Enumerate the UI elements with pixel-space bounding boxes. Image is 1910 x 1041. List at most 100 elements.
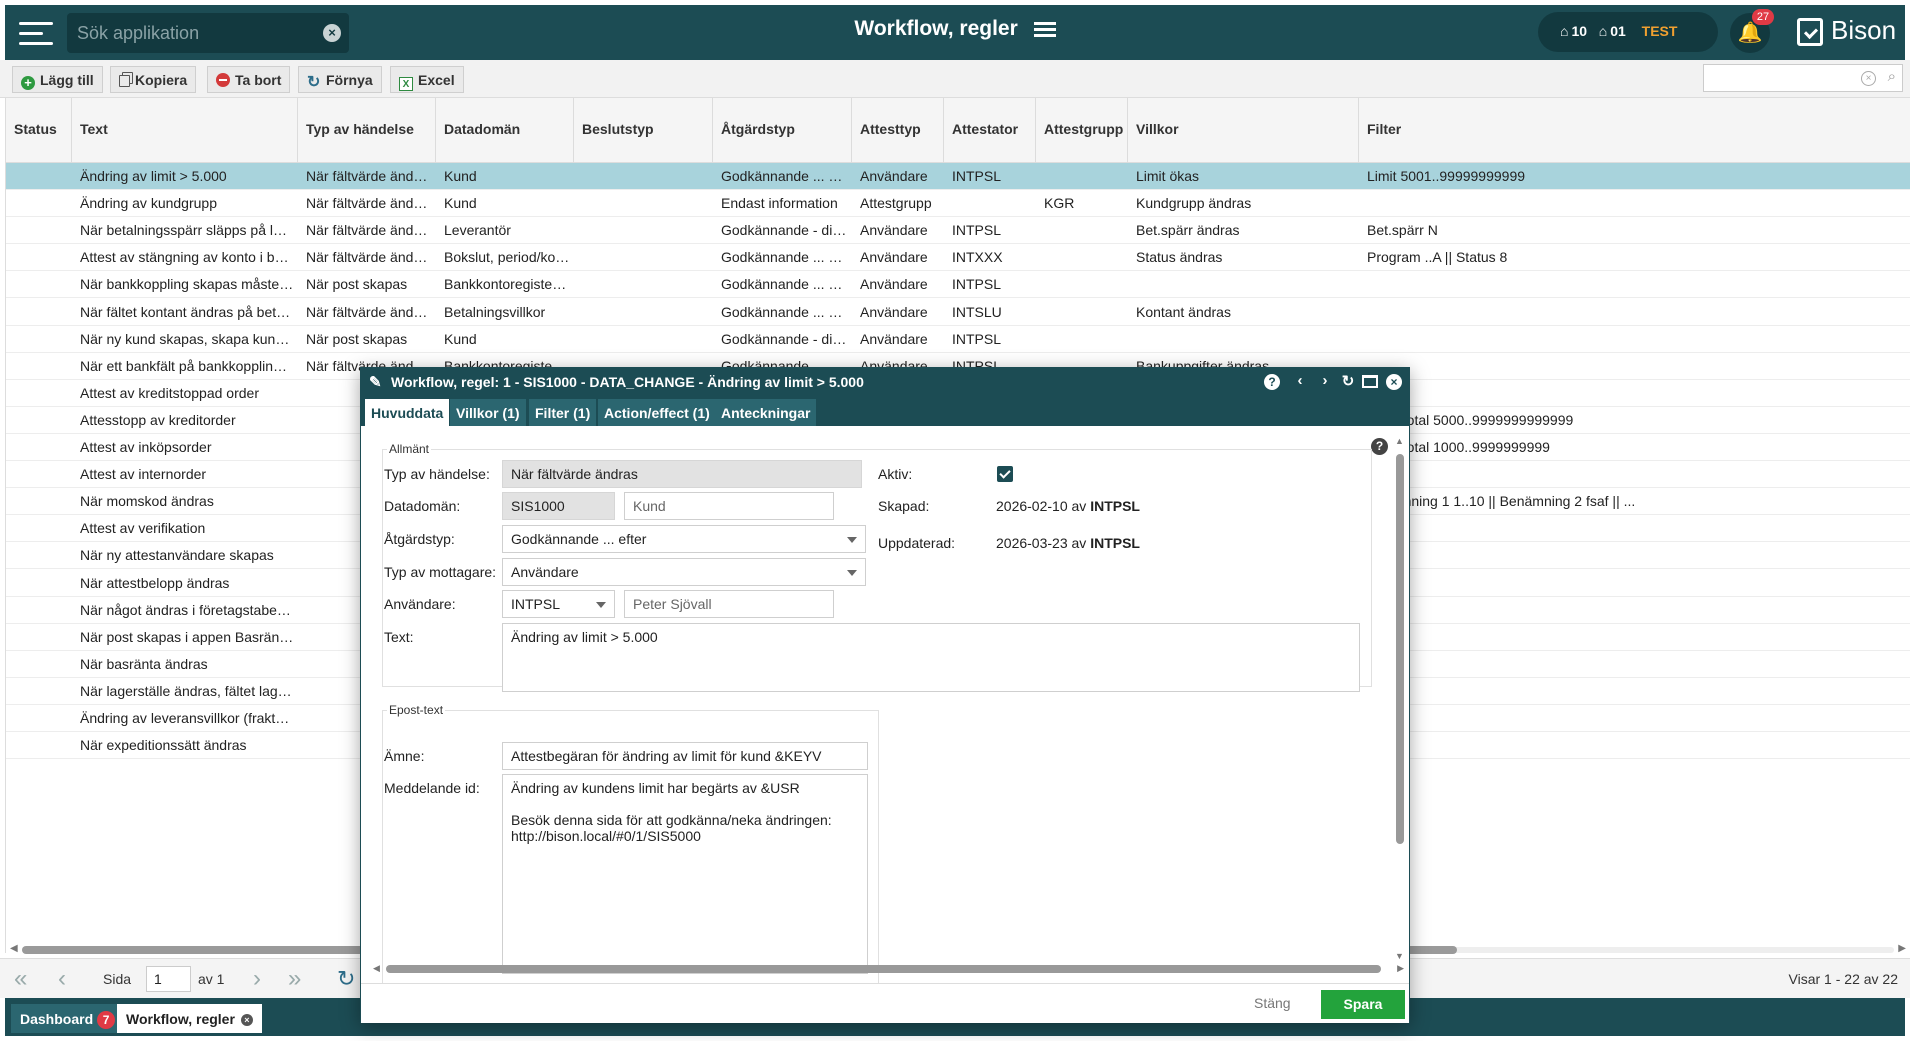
next-record-icon[interactable]: › (1316, 372, 1334, 389)
table-cell-action: Godkännande ... efter (721, 249, 848, 266)
dialog-vertical-scrollbar[interactable]: ▲ ▼ (1394, 436, 1406, 961)
active-checkbox[interactable] (997, 466, 1013, 482)
table-row[interactable]: När bankkoppling skapas måste den atte..… (6, 271, 1910, 299)
table-cell-filter (1359, 353, 1907, 380)
table-cell-action: Godkännande - direkt (721, 330, 848, 347)
column-header[interactable]: Text (72, 98, 298, 163)
company-count: 10 (1571, 23, 1588, 39)
table-row[interactable]: Attest av stängning av konto i bokslutsa… (6, 244, 1910, 272)
renew-button[interactable]: ↻ Förnya (298, 66, 382, 93)
page-input[interactable]: 1 (146, 966, 191, 992)
close-button[interactable]: Stäng (1254, 995, 1291, 1011)
scroll-right-icon[interactable]: ▶ (1397, 963, 1404, 974)
table-row[interactable]: Ändring av limit > 5.000 När fältvärde än… (6, 163, 1910, 190)
clear-grid-search-icon[interactable]: × (1861, 71, 1876, 86)
receiver-type-value: Användare (511, 564, 579, 580)
scroll-left-icon[interactable]: ◀ (10, 943, 18, 954)
text-field[interactable]: Ändring av limit > 5.000 (502, 623, 1360, 692)
next-page-icon[interactable]: › (253, 965, 261, 993)
close-tab-icon[interactable]: × (240, 1014, 253, 1026)
column-header[interactable]: Attestator (944, 98, 1036, 163)
previous-record-icon[interactable]: ‹ (1291, 372, 1309, 389)
delete-button[interactable]: Ta bort (207, 66, 291, 93)
scroll-left-icon[interactable]: ◀ (373, 963, 380, 974)
grid-search-input[interactable]: × ⌕ (1703, 64, 1903, 92)
column-header[interactable]: Beslutstyp (574, 98, 713, 163)
reload-icon[interactable]: ↻ (337, 966, 355, 992)
action-type-select[interactable]: Godkännande ... efter (502, 525, 866, 553)
table-cell-cond: Status ändras (1136, 249, 1223, 266)
maximize-icon[interactable] (1362, 375, 1378, 388)
column-header[interactable]: Status (6, 98, 72, 163)
notifications-bell-icon[interactable]: 🔔 27 (1730, 9, 1774, 53)
scroll-up-icon[interactable]: ▲ (1395, 436, 1404, 446)
tab-filter[interactable]: Filter (1) (529, 399, 597, 426)
table-cell-event: När fältvärde ändras (306, 249, 432, 266)
updated-label: Uppdaterad: (878, 535, 956, 551)
refresh-record-icon[interactable]: ↻ (1339, 372, 1357, 390)
column-header[interactable]: Datadomän (436, 98, 574, 163)
dialog-hscroll-thumb[interactable] (386, 965, 1381, 973)
column-header[interactable]: Typ av händelse (298, 98, 436, 163)
bison-logo-icon (1797, 18, 1823, 47)
table-cell-decision (574, 217, 709, 244)
tab-dashboard[interactable]: Dashboard 7 (11, 1004, 125, 1033)
created-by: INTPSL (1090, 498, 1140, 514)
add-icon: + (21, 76, 35, 90)
dialog-titlebar[interactable]: ✎ Workflow, regel: 1 - SIS1000 - DATA_CH… (361, 368, 1409, 395)
search-icon[interactable]: ⌕ (1888, 68, 1896, 85)
tab-huvuddata[interactable]: Huvuddata (365, 399, 450, 426)
dialog-horizontal-scrollbar[interactable]: ◀ ▶ (373, 963, 1404, 975)
excel-button[interactable]: X Excel (390, 66, 464, 93)
form-help-icon[interactable]: ? (1371, 438, 1388, 455)
table-cell-status (6, 488, 68, 515)
column-header[interactable]: Attestgrupp (1036, 98, 1128, 163)
table-cell-atype: Användare (860, 249, 928, 266)
title-menu-icon[interactable] (1033, 19, 1056, 40)
receiver-type-select[interactable]: Användare (502, 558, 866, 586)
table-cell-text: När ett bankfält på bankkoppling leveran… (80, 357, 294, 374)
table-cell-filter (1359, 190, 1907, 217)
table-cell-status (6, 326, 68, 353)
tab-action-effect[interactable]: Action/effect (1) (598, 399, 716, 426)
table-cell-action: Endast information (721, 195, 838, 212)
help-icon[interactable]: ? (1264, 374, 1280, 390)
first-page-icon[interactable]: « (14, 965, 27, 993)
column-header[interactable]: Attesttyp (852, 98, 944, 163)
app-search-input[interactable]: Sök applikation × (67, 13, 349, 53)
table-row[interactable]: När betalningsspärr släpps på leverantör… (6, 217, 1910, 245)
table-row[interactable]: När fältet kontant ändras på bet.villior… (6, 298, 1910, 326)
environment-badge: TEST (1641, 23, 1678, 39)
close-dialog-icon[interactable]: × (1386, 374, 1402, 390)
column-header[interactable]: Villkor (1128, 98, 1359, 163)
prev-page-icon[interactable]: ‹ (58, 965, 66, 993)
scroll-down-icon[interactable]: ▼ (1395, 951, 1404, 961)
company-status-pill[interactable]: ⌂ 10 ⌂ 01 TEST (1538, 12, 1718, 52)
last-page-icon[interactable]: » (288, 965, 301, 993)
chevron-down-icon (596, 602, 606, 608)
tab-anteckningar[interactable]: Anteckningar (715, 399, 817, 426)
table-cell-filter (1359, 651, 1907, 678)
subject-field[interactable]: Attestbegäran för ändring av limit för k… (502, 742, 868, 770)
dialog-vscroll-thumb[interactable] (1396, 454, 1404, 844)
column-header[interactable]: Åtgärdstyp (713, 98, 852, 163)
chevron-down-icon (847, 537, 857, 543)
tab-villkor[interactable]: Villkor (1) (450, 399, 526, 426)
column-header[interactable]: Filter (1359, 98, 1910, 163)
message-field[interactable]: Ändring av kundens limit har begärts av … (502, 774, 868, 974)
user-code-select[interactable]: INTPSL (502, 590, 615, 618)
add-button[interactable]: + Lägg till (12, 66, 103, 93)
table-row[interactable]: Ändring av kundgrupp När fältvärde ändras… (6, 190, 1910, 218)
action-type-value: Godkännande ... efter (511, 531, 647, 547)
main-menu-icon[interactable] (19, 22, 55, 46)
table-row[interactable]: När ny kund skapas, skapa kunden men s..… (6, 325, 1910, 353)
updated-info: 2026-03-23 av INTPSL (996, 535, 1140, 551)
copy-button[interactable]: Kopiera (110, 66, 197, 93)
scroll-right-icon[interactable]: ▶ (1898, 943, 1906, 954)
created-info: 2026-02-10 av INTPSL (996, 498, 1140, 514)
tab-workflow-rules[interactable]: Workflow, regler × (117, 1004, 262, 1033)
save-button[interactable]: Spara (1321, 990, 1405, 1019)
table-cell-cond: Kundgrupp ändras (1136, 195, 1252, 212)
updated-by: INTPSL (1090, 535, 1140, 551)
clear-search-icon[interactable]: × (323, 24, 341, 42)
